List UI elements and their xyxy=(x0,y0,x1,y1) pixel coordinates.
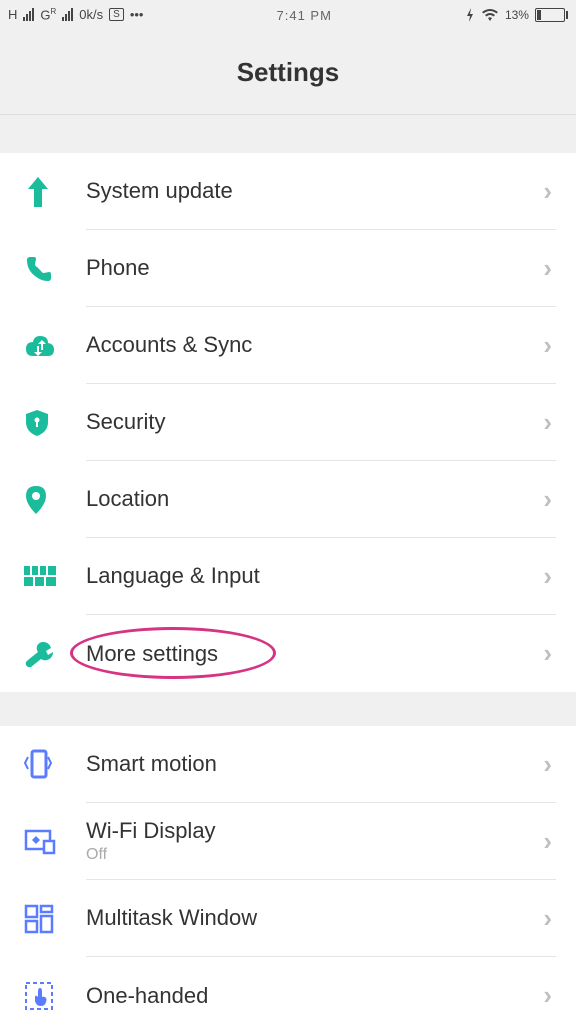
chevron-right-icon: › xyxy=(543,407,552,438)
settings-item-location[interactable]: Location › xyxy=(0,461,576,538)
chevron-right-icon: › xyxy=(543,903,552,934)
item-label: More settings xyxy=(86,641,546,667)
cloud-sync-icon xyxy=(24,334,64,358)
chevron-right-icon: › xyxy=(543,176,552,207)
status-right: 13% xyxy=(465,8,568,22)
section-spacer xyxy=(0,115,576,153)
sim1-label: H xyxy=(8,7,17,22)
status-time: 7:41 PM xyxy=(277,8,332,23)
item-label: Language & Input xyxy=(86,563,546,589)
signal-bars-icon xyxy=(62,8,73,21)
status-left: H GR 0k/s S ••• xyxy=(8,7,143,22)
chevron-right-icon: › xyxy=(543,484,552,515)
item-sublabel: Off xyxy=(86,846,546,864)
item-label: Multitask Window xyxy=(86,905,546,931)
shield-icon xyxy=(24,408,64,438)
item-label: Location xyxy=(86,486,546,512)
chevron-right-icon: › xyxy=(543,330,552,361)
settings-item-one-handed[interactable]: One-handed › xyxy=(0,957,576,1034)
keyboard-icon xyxy=(24,566,64,588)
item-label: System update xyxy=(86,178,546,204)
section-gap xyxy=(0,692,576,726)
item-label: Security xyxy=(86,409,546,435)
battery-icon xyxy=(535,8,568,22)
phone-icon xyxy=(24,254,64,284)
item-label: Phone xyxy=(86,255,546,281)
settings-item-wifi-display[interactable]: Wi-Fi Display Off › xyxy=(0,803,576,880)
sim2-label: GR xyxy=(40,7,56,22)
settings-item-more-settings[interactable]: More settings › xyxy=(0,615,576,692)
chevron-right-icon: › xyxy=(543,253,552,284)
chevron-right-icon: › xyxy=(543,638,552,669)
settings-group-general: System update › Phone › Accounts & Sync … xyxy=(0,153,576,692)
net-speed: 0k/s xyxy=(79,7,103,22)
item-label: Accounts & Sync xyxy=(86,332,546,358)
item-label: Smart motion xyxy=(86,751,546,777)
arrow-up-icon xyxy=(24,175,64,209)
item-label: One-handed xyxy=(86,983,546,1009)
settings-item-security[interactable]: Security › xyxy=(0,384,576,461)
settings-item-accounts-sync[interactable]: Accounts & Sync › xyxy=(0,307,576,384)
wifi-icon xyxy=(481,8,499,22)
header: Settings xyxy=(0,30,576,115)
wrench-icon xyxy=(24,639,64,669)
settings-item-phone[interactable]: Phone › xyxy=(0,230,576,307)
item-label: Wi-Fi Display xyxy=(86,818,546,844)
screenshot-icon: S xyxy=(109,8,124,21)
signal-bars-icon xyxy=(23,8,34,21)
settings-item-system-update[interactable]: System update › xyxy=(0,153,576,230)
page-title: Settings xyxy=(237,57,340,88)
chevron-right-icon: › xyxy=(543,561,552,592)
battery-pct: 13% xyxy=(505,8,529,22)
settings-item-language-input[interactable]: Language & Input › xyxy=(0,538,576,615)
charging-icon xyxy=(465,8,475,22)
multitask-icon xyxy=(24,904,64,934)
smart-motion-icon xyxy=(24,749,64,781)
one-handed-icon xyxy=(24,981,64,1011)
chevron-right-icon: › xyxy=(543,749,552,780)
settings-item-multitask-window[interactable]: Multitask Window › xyxy=(0,880,576,957)
status-bar: H GR 0k/s S ••• 7:41 PM 13% xyxy=(0,0,576,30)
location-pin-icon xyxy=(24,484,64,516)
settings-item-smart-motion[interactable]: Smart motion › xyxy=(0,726,576,803)
more-dots-icon: ••• xyxy=(130,7,144,22)
settings-group-convenience: Smart motion › Wi-Fi Display Off › Multi… xyxy=(0,726,576,1034)
chevron-right-icon: › xyxy=(543,980,552,1011)
chevron-right-icon: › xyxy=(543,826,552,857)
wifi-display-icon xyxy=(24,829,64,855)
